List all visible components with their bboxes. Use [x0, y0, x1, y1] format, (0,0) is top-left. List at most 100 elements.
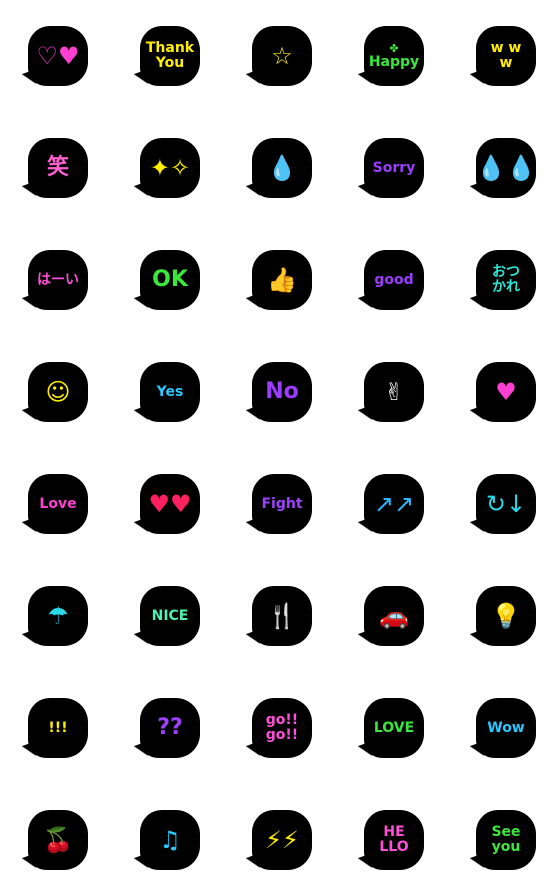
sticker[interactable]: See you [448, 784, 560, 896]
speech-bubble: 💧 [252, 138, 312, 198]
sticker[interactable]: 🍒 [0, 784, 112, 896]
sticker[interactable]: HE LLO [336, 784, 448, 896]
hearts-icon: ♡♥ [36, 42, 80, 70]
sticker[interactable]: ♥♥ [112, 448, 224, 560]
speech-bubble: ♡♥ [28, 26, 88, 86]
sticker[interactable]: Love [0, 448, 112, 560]
sticker[interactable]: 🍴 [224, 560, 336, 672]
speech-bubble: ↻↓ [476, 474, 536, 534]
sticker[interactable]: ♡♥ [0, 0, 112, 112]
sticker[interactable]: LOVE [336, 672, 448, 784]
lightning-icon: ⚡⚡ [265, 826, 299, 854]
sticker-text: LLO [379, 839, 409, 855]
sticker-text: LOVE [373, 719, 415, 736]
sticker[interactable]: 🚗 [336, 560, 448, 672]
sticker[interactable]: ?? [112, 672, 224, 784]
sticker-text: !!! [48, 719, 68, 736]
speech-bubble: HE LLO [364, 810, 424, 870]
sticker[interactable]: ⚡⚡ [224, 784, 336, 896]
speech-bubble: Fight [252, 474, 312, 534]
sticker[interactable]: OK [112, 224, 224, 336]
sticker[interactable]: ☂ [0, 560, 112, 672]
sticker[interactable]: 💧 [224, 112, 336, 224]
umbrella-icon: ☂ [47, 602, 69, 630]
speech-bubble: ♥ [476, 362, 536, 422]
smiley-icon: ☺ [45, 378, 71, 406]
cherry-icon: 🍒 [43, 826, 73, 854]
sticker[interactable]: ♥ [448, 336, 560, 448]
speech-bubble: ☆ [252, 26, 312, 86]
sticker-text: You [155, 55, 185, 71]
speech-bubble: w ww [476, 26, 536, 86]
sticker[interactable]: ✌ [336, 336, 448, 448]
fork-knife-icon: 🍴 [267, 602, 297, 630]
sticker-text: かれ [492, 279, 520, 295]
speech-bubble: go!! go!! [252, 698, 312, 758]
sticker[interactable]: go!! go!! [224, 672, 336, 784]
sticker[interactable]: No [224, 336, 336, 448]
sticker[interactable]: Thank You [112, 0, 224, 112]
sticker[interactable]: Fight [224, 448, 336, 560]
sticker[interactable]: ↻↓ [448, 448, 560, 560]
arrows-icon: ↗↗ [373, 490, 415, 518]
sticker[interactable]: Wow [448, 672, 560, 784]
sticker-text: おつ [492, 264, 520, 280]
sticker[interactable]: 👍 [224, 224, 336, 336]
speech-bubble: OK [140, 250, 200, 310]
sticker-text: go!! [265, 712, 299, 728]
sticker[interactable]: ✦✧ [112, 112, 224, 224]
sticker-text: w [499, 55, 513, 71]
speech-bubble: Sorry [364, 138, 424, 198]
sticker-text: 笑 [46, 155, 69, 180]
sticker-text: good [374, 271, 414, 288]
speech-bubble: 🚗 [364, 586, 424, 646]
sticker-text: ?? [157, 715, 183, 740]
speech-bubble: ⚡⚡ [252, 810, 312, 870]
speech-bubble: ♥♥ [140, 474, 200, 534]
speech-bubble: おつ かれ [476, 250, 536, 310]
sticker[interactable]: w ww [448, 0, 560, 112]
sticker[interactable]: 💡 [448, 560, 560, 672]
music-note-icon: ♫ [159, 826, 181, 854]
sticker[interactable]: good [336, 224, 448, 336]
sticker-text: No [265, 379, 299, 404]
sticker[interactable]: ☆ [224, 0, 336, 112]
speech-bubble: 笑 [28, 138, 88, 198]
sticker[interactable]: 笑 [0, 112, 112, 224]
speech-bubble: !!! [28, 698, 88, 758]
sweat-drops-icon: 💧💧 [476, 154, 536, 182]
thumbs-up-icon: 👍 [267, 266, 297, 294]
sticker[interactable]: ♫ [112, 784, 224, 896]
clover-icon: ✤ [389, 41, 399, 55]
speech-bubble: 💧💧 [476, 138, 536, 198]
light-bulb-icon: 💡 [491, 602, 521, 630]
sticker[interactable]: はーい [0, 224, 112, 336]
speech-bubble: See you [476, 810, 536, 870]
speech-bubble: ✌ [364, 362, 424, 422]
speech-bubble: Love [28, 474, 88, 534]
speech-bubble: 👍 [252, 250, 312, 310]
sticker[interactable]: NICE [112, 560, 224, 672]
sticker[interactable]: ✤ Happy [336, 0, 448, 112]
sticker[interactable]: ↗↗ [336, 448, 448, 560]
sticker[interactable]: !!! [0, 672, 112, 784]
drops-icon: 💧 [267, 154, 297, 182]
speech-bubble: Wow [476, 698, 536, 758]
sticker[interactable]: 💧💧 [448, 112, 560, 224]
sticker[interactable]: おつ かれ [448, 224, 560, 336]
sticker-text: you [491, 839, 521, 855]
sticker-text: Thank [145, 40, 195, 56]
sticker-text: Love [39, 495, 77, 512]
sticker[interactable]: Yes [112, 336, 224, 448]
sticker-text: Happy [368, 53, 420, 70]
speech-bubble: はーい [28, 250, 88, 310]
sticker[interactable]: ☺ [0, 336, 112, 448]
speech-bubble: ♫ [140, 810, 200, 870]
car-icon: 🚗 [379, 602, 409, 630]
peace-hand-icon: ✌ [383, 378, 405, 406]
sticker[interactable]: Sorry [336, 112, 448, 224]
speech-bubble: Yes [140, 362, 200, 422]
sticker-text: OK [152, 267, 188, 292]
speech-bubble: ✦✧ [140, 138, 200, 198]
sticker-text: Sorry [372, 159, 416, 176]
